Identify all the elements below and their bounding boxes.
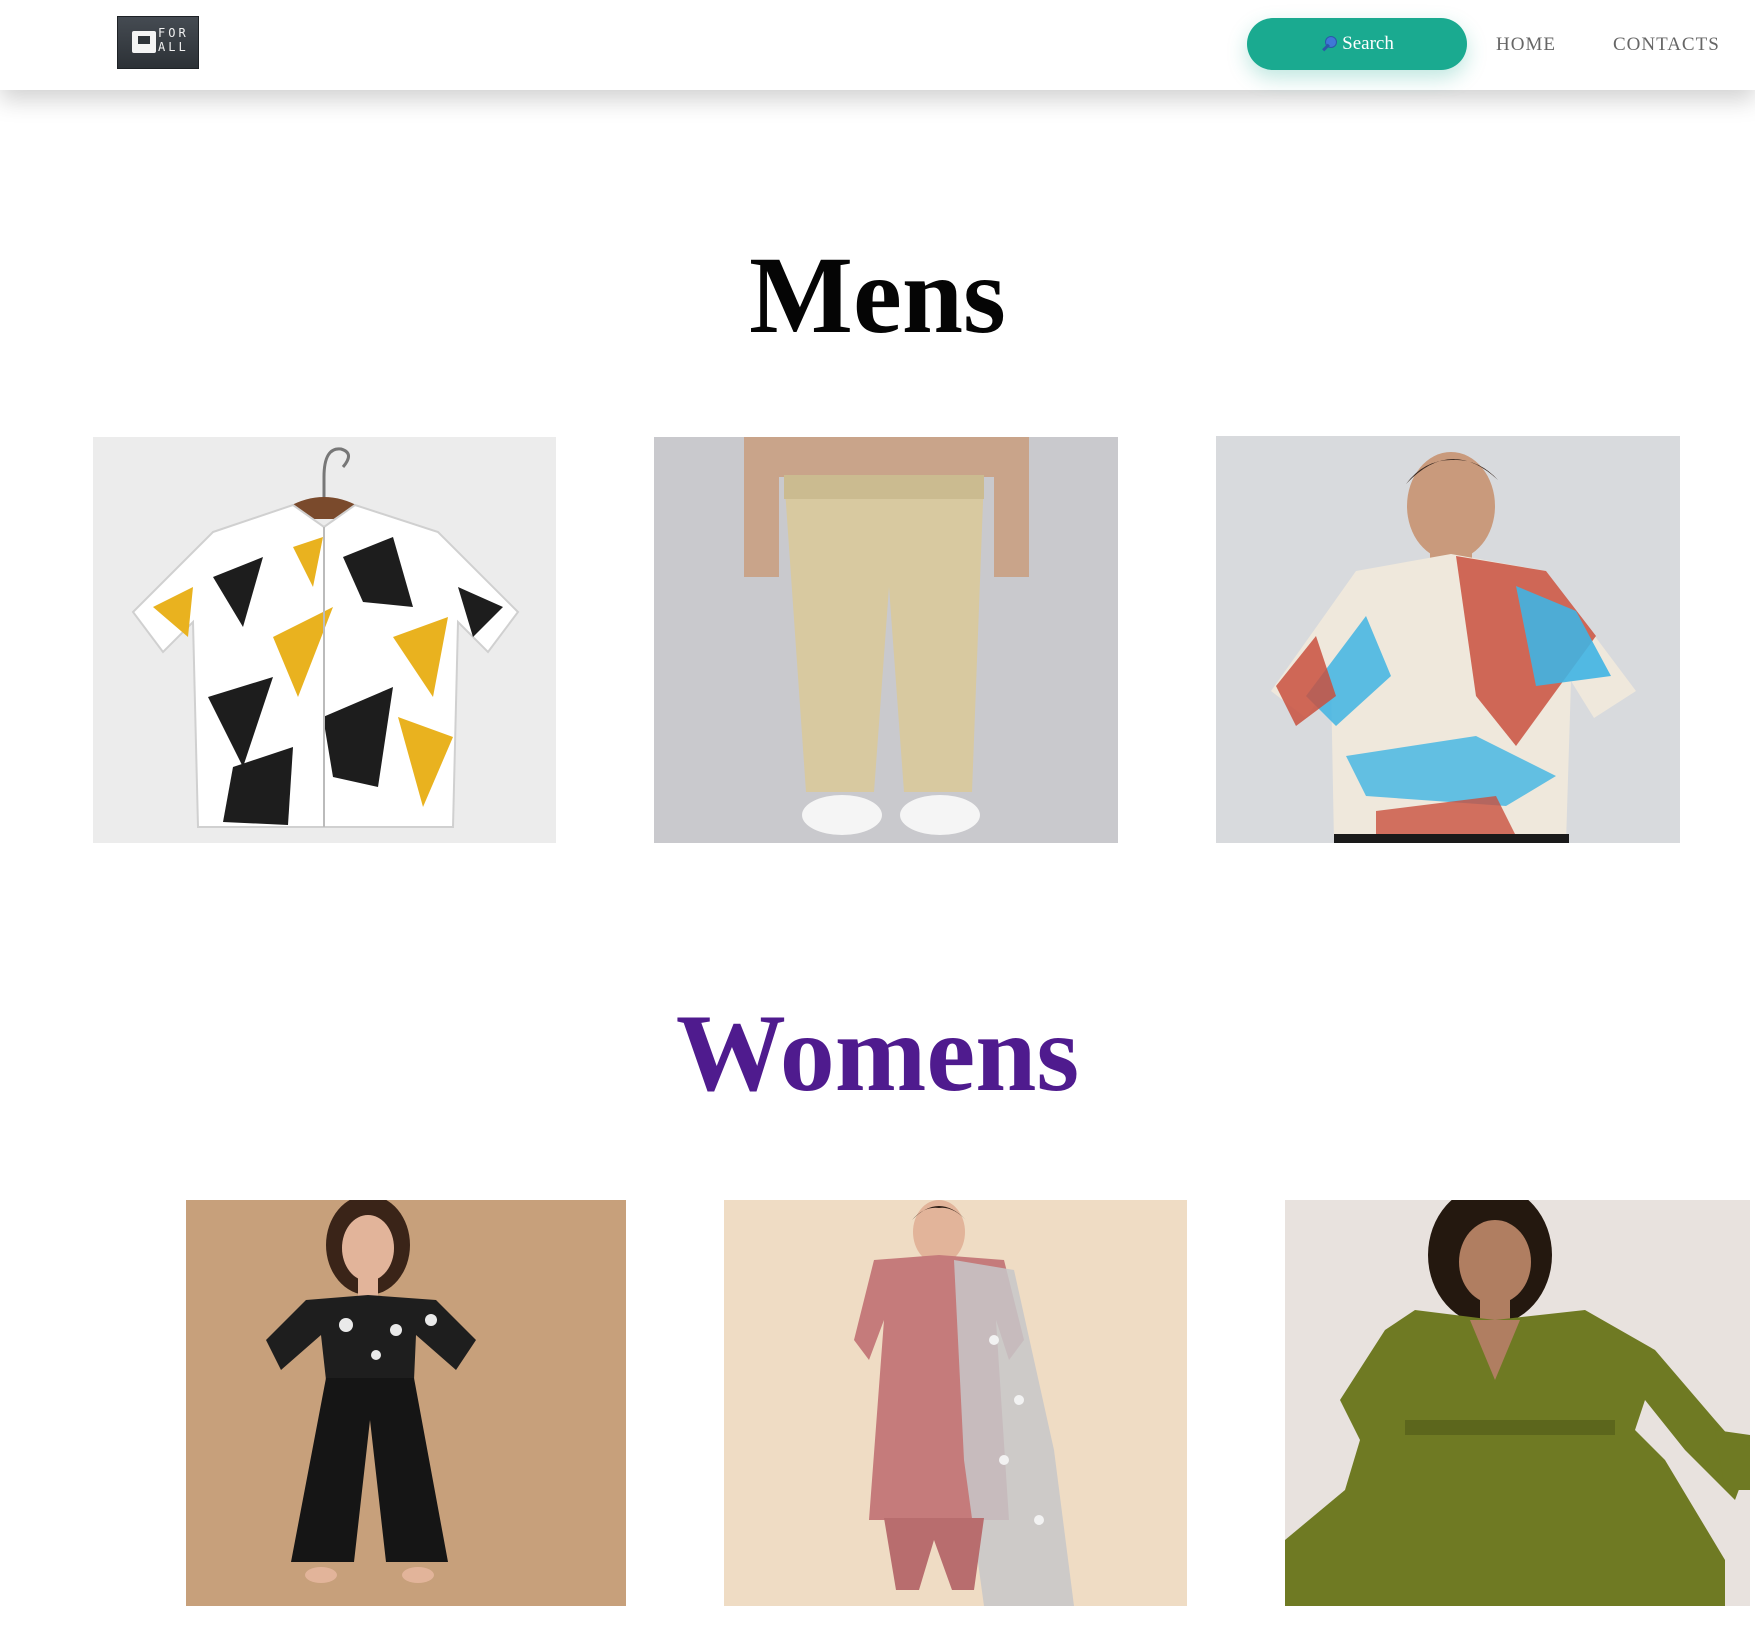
nav-home-link[interactable]: HOME bbox=[1496, 34, 1556, 56]
magnifier-icon bbox=[1320, 35, 1338, 53]
top-navbar: FOR ALL Search HOME CONTACTS bbox=[0, 0, 1755, 90]
product-image-pink-kurta-set[interactable] bbox=[724, 1200, 1187, 1606]
page: FOR ALL Search HOME CONTACTS Mens Womens bbox=[0, 0, 1755, 1652]
search-button-label: Search bbox=[1342, 33, 1394, 54]
logo-text: FOR ALL bbox=[158, 26, 189, 54]
product-image-printed-shirt[interactable] bbox=[93, 437, 556, 843]
logo-bag-icon bbox=[132, 31, 156, 53]
product-image-olive-dress[interactable] bbox=[1285, 1200, 1750, 1606]
product-image-khaki-trousers[interactable] bbox=[654, 437, 1118, 843]
search-button[interactable]: Search bbox=[1247, 18, 1467, 70]
womens-section-title: Womens bbox=[675, 992, 1080, 1114]
brand-logo[interactable]: FOR ALL bbox=[117, 16, 199, 69]
product-image-tie-dye-tshirt[interactable] bbox=[1216, 436, 1680, 843]
mens-section-title: Mens bbox=[749, 234, 1006, 356]
product-image-black-jumpsuit[interactable] bbox=[186, 1200, 626, 1606]
nav-contacts-link[interactable]: CONTACTS bbox=[1613, 34, 1720, 56]
